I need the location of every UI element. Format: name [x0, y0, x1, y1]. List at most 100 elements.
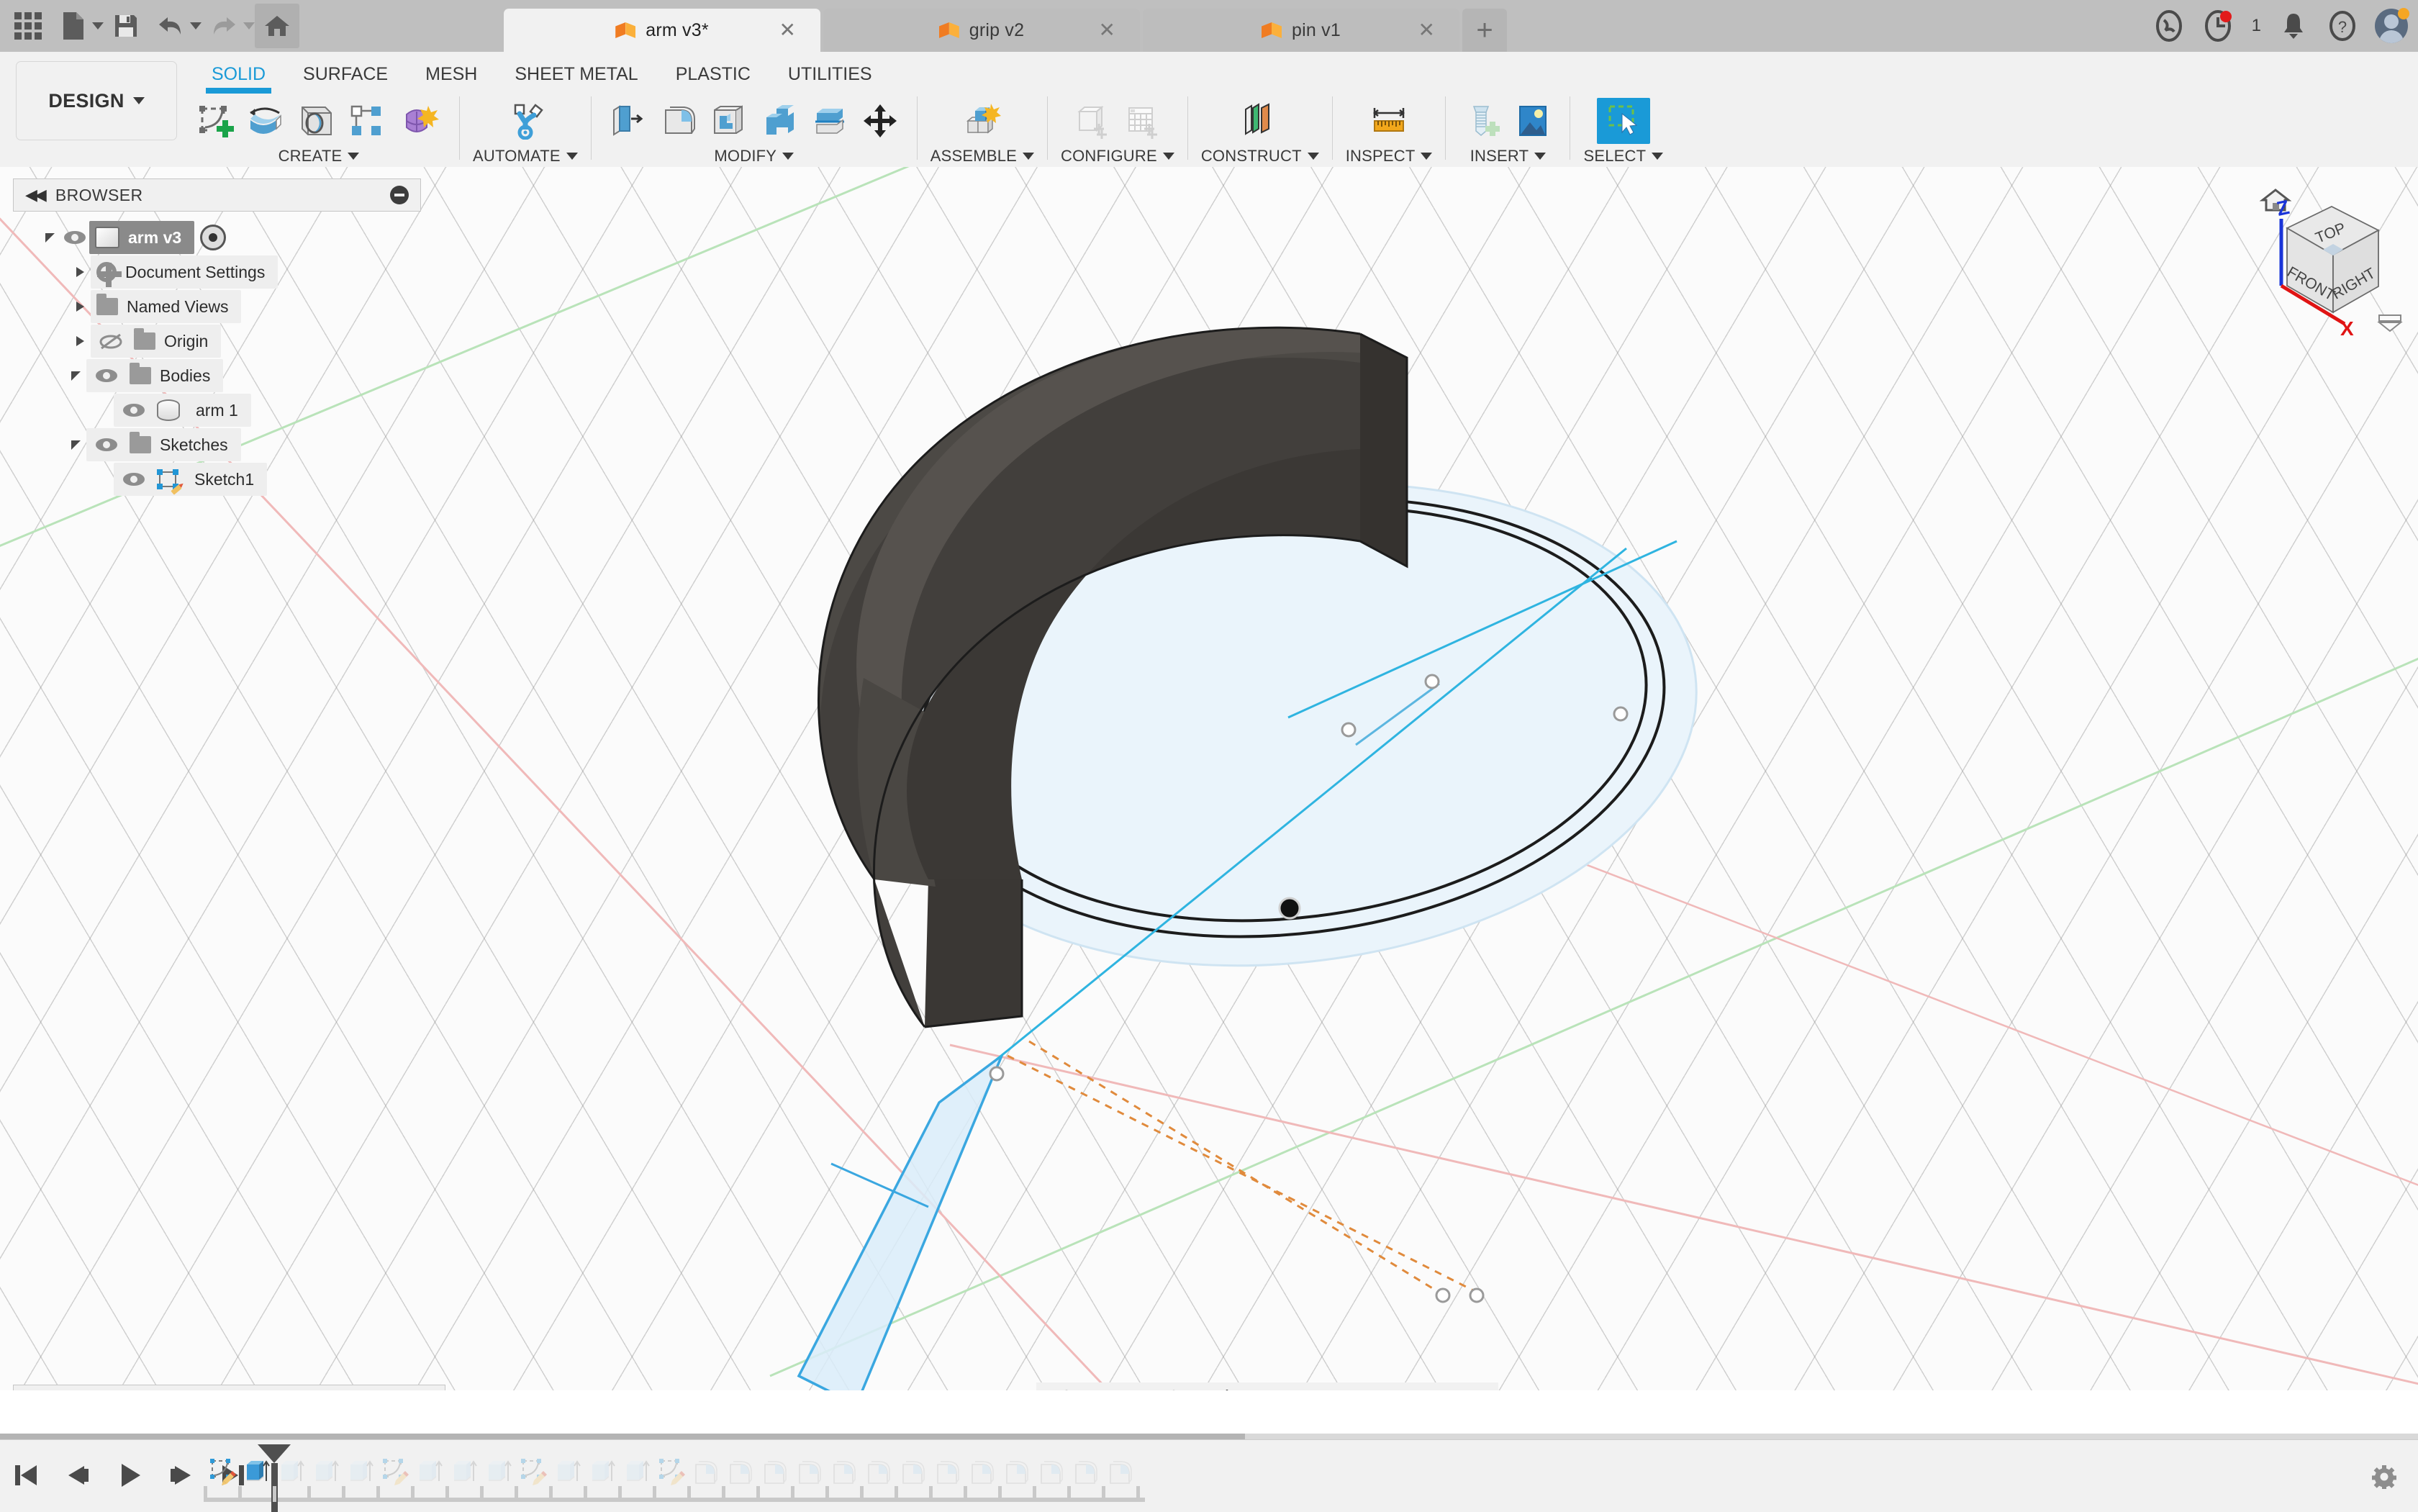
ribbon-group-inspect-label[interactable]: INSPECT [1346, 145, 1433, 167]
combine-button[interactable] [756, 98, 803, 144]
document-tab-0[interactable]: arm v3* ✕ [504, 9, 820, 52]
timeline-go-start-button[interactable] [10, 1459, 42, 1491]
view-cube[interactable]: Z X TOP FRONT RIGHT [2231, 174, 2411, 340]
select-tool-button[interactable] [1596, 98, 1650, 144]
timeline-feature-extrude[interactable] [343, 1450, 378, 1492]
insert-mcmaster-button[interactable] [1459, 98, 1506, 144]
insert-canvas-button[interactable] [1509, 98, 1557, 144]
viewports-button[interactable] [1429, 1385, 1470, 1390]
account-button[interactable] [2375, 8, 2409, 43]
browser-item-chip[interactable]: arm v3 [89, 221, 195, 254]
timeline-play-button[interactable] [114, 1459, 145, 1491]
revolve-button[interactable] [292, 98, 340, 144]
browser-item-chip[interactable]: Document Settings [91, 255, 279, 289]
browser-item-arm-v3[interactable]: arm v3 [13, 220, 421, 255]
timeline-feature-fillet[interactable] [1069, 1450, 1103, 1492]
timeline-feature-fillet[interactable] [896, 1450, 930, 1492]
timeline-feature-sketch[interactable] [378, 1450, 412, 1492]
shell-button[interactable] [705, 98, 753, 144]
browser-item-named-views[interactable]: Named Views [13, 289, 421, 324]
timeline-feature-fillet[interactable] [965, 1450, 1000, 1492]
ribbon-group-modify-label[interactable]: MODIFY [714, 145, 794, 167]
browser-item-chip[interactable]: Named Views [91, 290, 242, 323]
timeline-feature-extrude[interactable] [447, 1450, 481, 1492]
timeline-feature-fillet[interactable] [1103, 1450, 1138, 1492]
app-grid-button[interactable] [6, 4, 50, 48]
ribbon-group-assemble-label[interactable]: ASSEMBLE [930, 145, 1035, 167]
browser-item-origin[interactable]: Origin [13, 324, 421, 358]
automate-button[interactable] [499, 98, 552, 144]
visibility-eye-icon[interactable] [119, 468, 148, 490]
timeline-step-forward-button[interactable] [166, 1459, 197, 1491]
document-tab-2[interactable]: pin v1 ✕ [1143, 9, 1459, 52]
pan-button[interactable] [1154, 1385, 1192, 1390]
visibility-eye-icon[interactable] [60, 227, 89, 248]
look-at-button[interactable] [1110, 1385, 1150, 1390]
configuration-table-button[interactable] [1119, 98, 1167, 144]
timeline-feature-sketch[interactable] [654, 1450, 689, 1492]
ribbon-group-select-label[interactable]: SELECT [1583, 145, 1664, 167]
ribbon-group-automate-label[interactable]: AUTOMATE [473, 145, 578, 167]
timeline-feature-fillet[interactable] [930, 1450, 965, 1492]
ribbon-group-insert-label[interactable]: INSERT [1470, 145, 1547, 167]
timeline-feature-fillet[interactable] [689, 1450, 723, 1492]
timeline-feature-fillet[interactable] [792, 1450, 827, 1492]
timeline-feature-fillet[interactable] [827, 1450, 861, 1492]
disclosure-triangle-closed-icon[interactable] [69, 267, 91, 277]
browser-item-chip[interactable]: Sketches [86, 428, 241, 461]
timeline-feature-fillet[interactable] [861, 1450, 896, 1492]
browser-item-arm-1[interactable]: arm 1 [13, 393, 421, 427]
pattern-button[interactable] [343, 98, 390, 144]
viewport-3d-canvas[interactable]: ◀◀ BROWSER arm v3 Document Settings Name… [0, 167, 2418, 1390]
fit-button[interactable] [1241, 1385, 1281, 1390]
save-button[interactable] [104, 4, 148, 48]
visibility-hidden-eye-icon[interactable] [96, 330, 125, 352]
browser-item-chip[interactable]: Sketch1 [114, 463, 268, 496]
notifications-button[interactable] [2277, 9, 2310, 42]
minus-circle-icon[interactable] [390, 186, 409, 204]
timeline-step-back-button[interactable] [62, 1459, 94, 1491]
timeline-feature-fillet[interactable] [723, 1450, 758, 1492]
visibility-eye-icon[interactable] [92, 434, 121, 456]
undo-button[interactable] [148, 4, 193, 48]
workspace-switcher-button[interactable]: DESIGN [16, 61, 177, 140]
timeline-feature-sketch[interactable] [205, 1450, 240, 1492]
display-settings-button[interactable] [1304, 1385, 1344, 1390]
zoom-button[interactable] [1196, 1385, 1236, 1390]
grid-snaps-button[interactable] [1367, 1385, 1406, 1390]
measure-button[interactable] [1362, 98, 1416, 144]
timeline-feature-extrude[interactable] [412, 1450, 447, 1492]
double-left-arrow-icon[interactable]: ◀◀ [25, 186, 47, 204]
home-button[interactable] [255, 4, 299, 48]
timeline-feature-fillet[interactable] [1034, 1450, 1069, 1492]
tab-mesh[interactable]: MESH [407, 52, 496, 96]
new-component-button[interactable] [956, 98, 1009, 144]
disclosure-triangle-open-icon[interactable] [39, 232, 60, 243]
move-copy-button[interactable] [856, 98, 904, 144]
tab-sheet-metal[interactable]: SHEET METAL [496, 52, 656, 96]
tab-surface[interactable]: SURFACE [284, 52, 407, 96]
create-generative-button[interactable] [393, 98, 446, 144]
timeline-feature-extrude[interactable] [309, 1450, 343, 1492]
browser-item-document-settings[interactable]: Document Settings [13, 255, 421, 289]
offset-plane-button[interactable] [1233, 98, 1287, 144]
disclosure-triangle-closed-icon[interactable] [69, 336, 91, 346]
ribbon-group-construct-label[interactable]: CONSTRUCT [1201, 145, 1319, 167]
tab-plastic[interactable]: PLASTIC [657, 52, 769, 96]
fillet-button[interactable] [655, 98, 702, 144]
browser-item-sketch1[interactable]: Sketch1 [13, 462, 421, 497]
visibility-eye-icon[interactable] [119, 399, 148, 421]
timeline-feature-fillet[interactable] [758, 1450, 792, 1492]
ribbon-group-create-label[interactable]: CREATE [279, 145, 360, 167]
document-tab-close-icon[interactable]: ✕ [1418, 20, 1435, 40]
create-sketch-button[interactable] [191, 98, 239, 144]
create-configuration-button[interactable] [1069, 98, 1116, 144]
help-button[interactable]: ? [2326, 9, 2359, 42]
browser-item-chip[interactable]: Bodies [86, 359, 224, 392]
extensions-button[interactable] [2152, 9, 2186, 42]
split-body-button[interactable] [806, 98, 853, 144]
create-form-button[interactable] [242, 98, 289, 144]
press-pull-button[interactable] [604, 98, 652, 144]
document-tab-close-icon[interactable]: ✕ [1099, 20, 1115, 40]
redo-button[interactable] [202, 4, 246, 48]
